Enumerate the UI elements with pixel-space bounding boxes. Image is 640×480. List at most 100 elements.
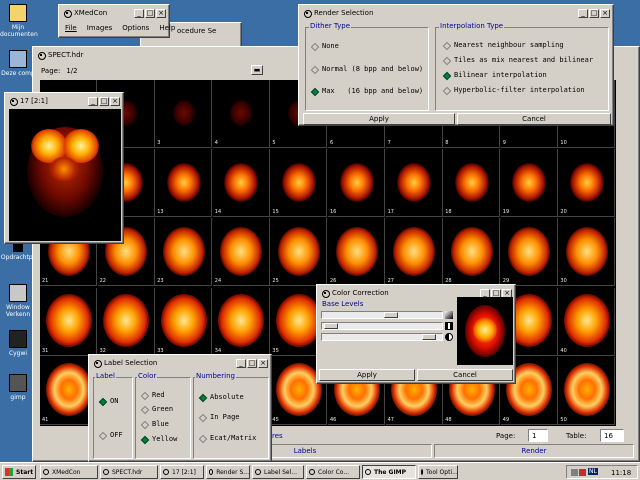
image-slice[interactable]: 17: [385, 149, 443, 218]
titlebar[interactable]: Label Selection _ □ ×: [91, 357, 269, 369]
image-slice[interactable]: 24: [212, 218, 270, 287]
taskbar-button[interactable]: Color Co...: [306, 465, 360, 479]
taskbar-button[interactable]: XMedCon: [40, 465, 98, 479]
numbering-option-absolute[interactable]: Absolute: [199, 393, 244, 401]
start-button[interactable]: Start: [2, 465, 36, 479]
maximize-button[interactable]: □: [99, 96, 109, 106]
color-option-red[interactable]: Red: [141, 391, 165, 399]
render-apply-button[interactable]: Apply: [303, 113, 455, 125]
contrast-slider[interactable]: [321, 322, 443, 330]
image-slice[interactable]: 30: [558, 218, 616, 287]
image-slice[interactable]: 25: [270, 218, 328, 287]
numbering-option-in-page[interactable]: In Page: [199, 413, 240, 421]
maximize-button[interactable]: □: [589, 8, 599, 18]
color-apply-button[interactable]: Apply: [319, 369, 415, 381]
image-slice[interactable]: 40: [558, 287, 616, 356]
image-slice[interactable]: 18: [443, 149, 501, 218]
minimize-button[interactable]: _: [578, 8, 588, 18]
desktop-icon-gimp[interactable]: gimp: [0, 374, 36, 401]
taskbar-button[interactable]: 17 [2:1]: [160, 465, 204, 479]
menu-file[interactable]: File: [65, 24, 77, 32]
minimize-button[interactable]: _: [134, 8, 144, 18]
image-slice[interactable]: 16: [328, 149, 385, 218]
slice-number: 31: [42, 347, 49, 354]
desktop-icon-my-documents[interactable]: Mijn documenten: [0, 4, 38, 38]
color-option-green[interactable]: Green: [141, 405, 173, 413]
taskbar-button[interactable]: Tool Opti...: [418, 465, 458, 479]
render-selection-dialog[interactable]: Render Selection _ □ × Dither Type None …: [298, 4, 614, 126]
network-icon[interactable]: [579, 469, 586, 476]
slider-thumb[interactable]: [422, 334, 436, 340]
brain-slice-image: [454, 162, 489, 202]
image-slice[interactable]: 13: [155, 149, 213, 218]
menu-options[interactable]: Options: [122, 24, 149, 32]
numbering-option-ecat[interactable]: Ecat/Matrix: [199, 434, 256, 442]
menu-help[interactable]: Help: [159, 24, 175, 32]
image-slice[interactable]: 50: [558, 356, 616, 425]
brain-slice-image: [172, 100, 195, 126]
image-slice[interactable]: 29: [500, 218, 558, 287]
image-slice[interactable]: 23: [155, 218, 213, 287]
dither-option-none[interactable]: None: [311, 42, 339, 50]
label-option-on[interactable]: ON: [99, 397, 118, 405]
color-cancel-button[interactable]: Cancel: [417, 369, 513, 381]
close-button[interactable]: ×: [600, 8, 610, 18]
maximize-button[interactable]: □: [145, 8, 155, 18]
gamma-slider[interactable]: [321, 333, 443, 341]
image-slice[interactable]: 32: [97, 287, 155, 356]
image-slice[interactable]: 34: [212, 287, 270, 356]
color-option-yellow[interactable]: Yellow: [141, 435, 177, 443]
interp-option-nearest[interactable]: Nearest neighbour sampling: [443, 41, 564, 49]
image-slice[interactable]: 20: [558, 149, 616, 218]
desktop-icon-command-prompt[interactable]: Opdrachtpr: [0, 242, 36, 261]
image-slice[interactable]: 28: [443, 218, 501, 287]
footer-page-spin[interactable]: 1: [528, 429, 548, 442]
slider-thumb[interactable]: [324, 323, 338, 329]
titlebar[interactable]: XMedCon _ □ ×: [61, 7, 167, 19]
footer-table-spin[interactable]: 16: [600, 429, 624, 442]
taskbar-button[interactable]: The GIMP: [362, 465, 416, 479]
close-button[interactable]: ×: [258, 358, 268, 368]
dither-option-normal[interactable]: Normal (8 bpp and below): [311, 65, 423, 73]
desktop-icon-explorer[interactable]: Window Verkenn: [0, 284, 36, 318]
color-option-blue[interactable]: Blue: [141, 420, 169, 428]
desktop-icon-my-computer[interactable]: Deze comp: [0, 50, 36, 77]
zoom-window[interactable]: 17 [2:1] _ □ ×: [4, 92, 124, 244]
interp-option-bilinear[interactable]: Bilinear interpolation: [443, 71, 547, 79]
speaker-icon[interactable]: [571, 469, 578, 476]
close-button[interactable]: ×: [110, 96, 120, 106]
language-indicator[interactable]: NL: [588, 468, 598, 475]
taskbar-button[interactable]: Label Sel...: [252, 465, 304, 479]
render-cancel-button[interactable]: Cancel: [457, 113, 611, 125]
image-slice[interactable]: 15: [270, 149, 328, 218]
taskbar-button[interactable]: Render S...: [206, 465, 250, 479]
titlebar[interactable]: 17 [2:1] _ □ ×: [7, 95, 121, 107]
render-button[interactable]: Render: [435, 445, 633, 457]
interp-option-tiles[interactable]: Tiles as mix nearest and bilinear: [443, 56, 593, 64]
color-correction-dialog[interactable]: Color Correction _ □ × Base Levels Apply…: [316, 284, 516, 384]
desktop-icon-cygwin[interactable]: Cygwi: [0, 330, 36, 357]
image-slice[interactable]: 33: [155, 287, 213, 356]
image-slice[interactable]: 3: [155, 80, 213, 148]
taskbar-button[interactable]: SPECT.hdr: [100, 465, 158, 479]
menu-images[interactable]: Images: [87, 24, 113, 32]
image-slice[interactable]: 19: [500, 149, 558, 218]
image-slice[interactable]: 26: [328, 218, 385, 287]
image-slice[interactable]: 14: [212, 149, 270, 218]
minimize-button[interactable]: _: [236, 358, 246, 368]
image-slice[interactable]: 4: [212, 80, 270, 148]
page-dropdown-button[interactable]: ▬: [251, 65, 263, 75]
titlebar[interactable]: Render Selection _ □ ×: [301, 7, 611, 19]
slider-thumb[interactable]: [384, 312, 398, 318]
close-button[interactable]: ×: [156, 8, 166, 18]
xmedcon-window[interactable]: XMedCon _ □ × File Images Options Help: [58, 4, 175, 38]
dither-option-max[interactable]: Max (16 bpp and below): [311, 87, 423, 95]
interp-option-hyperbolic[interactable]: Hyperbolic-filter interpolation: [443, 86, 585, 94]
maximize-button[interactable]: □: [247, 358, 257, 368]
label-selection-dialog[interactable]: Label Selection _ □ × Label ON OFF Color…: [88, 354, 272, 462]
image-slice[interactable]: 27: [385, 218, 443, 287]
brightness-slider[interactable]: [321, 311, 443, 319]
label-option-off[interactable]: OFF: [99, 431, 123, 439]
minimize-button[interactable]: _: [88, 96, 98, 106]
image-slice[interactable]: 31: [40, 287, 97, 356]
